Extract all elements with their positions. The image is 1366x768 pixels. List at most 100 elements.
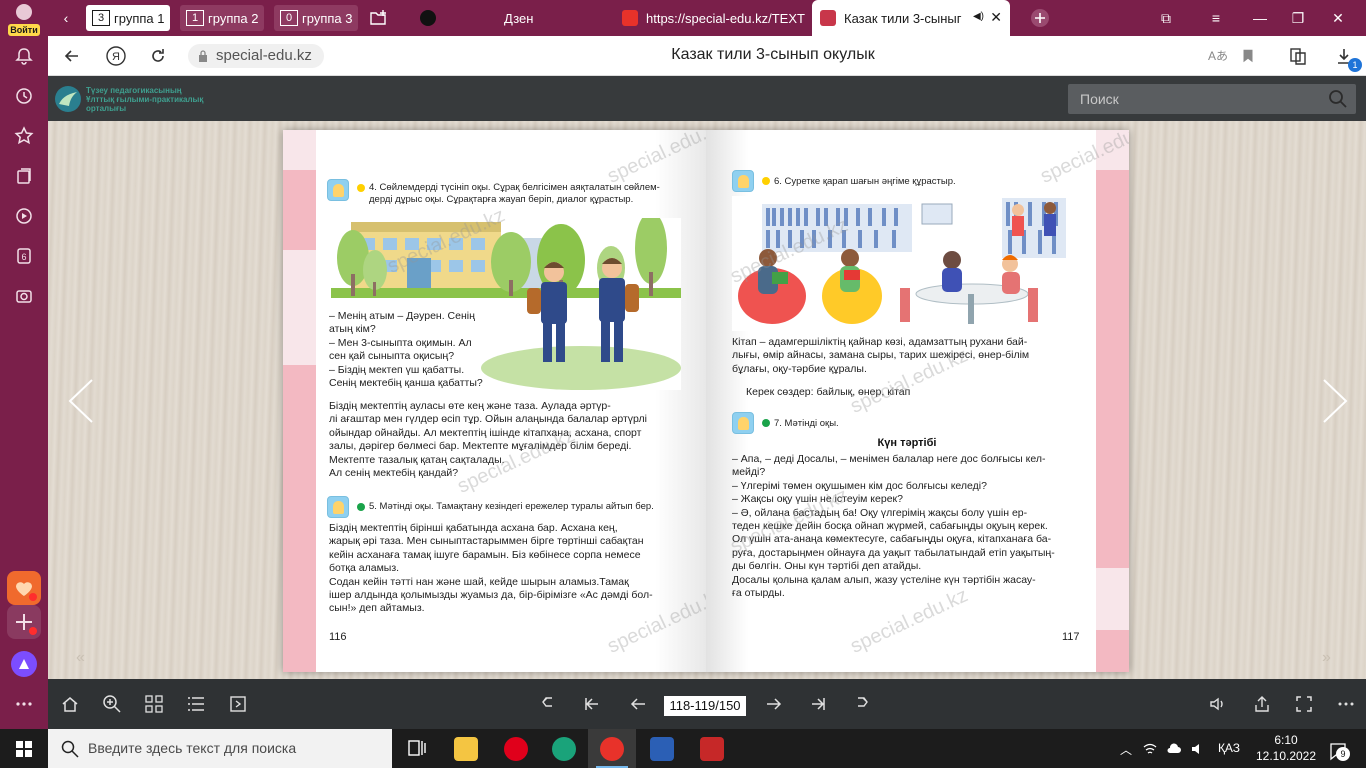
downloads-badge: 1 [1348,58,1362,72]
address-bar: Я special-edu.kz Казак тили 3-сынып окул… [48,36,1366,76]
zoom-icon[interactable] [102,694,122,714]
more-icon[interactable] [12,692,36,716]
yandex-logo-icon[interactable]: Я [104,44,128,68]
search-input[interactable]: Поиск [1068,84,1356,114]
fullscreen-icon[interactable] [1294,694,1314,714]
close-window-icon[interactable]: ✕ [1320,0,1356,36]
watermark: special.edu.kz [604,130,706,188]
next-page-icon[interactable] [764,694,784,714]
app-m-icon[interactable] [688,729,736,768]
reload-icon[interactable] [146,44,170,68]
screenshot-icon[interactable] [12,284,36,308]
downloads-icon[interactable]: 1 [1332,44,1362,72]
first-page-icon[interactable] [582,694,602,714]
edge-icon[interactable] [540,729,588,768]
site-header: Түзеу педагогикасының Ұлттық ғылыми-прак… [48,76,1366,121]
prev-page-icon[interactable] [628,694,648,714]
login-button[interactable]: Войти [6,4,42,36]
bookmark-panel-icon[interactable] [228,694,248,714]
last-page-chevron-icon[interactable]: » [1322,649,1331,667]
contents-icon[interactable] [186,694,206,714]
close-tab-icon[interactable]: ✕ [990,9,1002,26]
tabs-menu-icon[interactable]: ⧉ [1148,0,1184,36]
back-icon[interactable] [60,44,84,68]
redo-icon[interactable] [852,694,872,714]
page-number-input[interactable]: 118-119/150 [664,696,746,716]
site-logo-icon[interactable] [52,84,84,114]
new-group-icon[interactable] [360,0,396,36]
first-page-chevron-icon[interactable]: « [76,649,85,667]
wifi-icon[interactable] [1142,741,1158,757]
history-icon[interactable] [12,84,36,108]
task-bullet-yellow [357,184,365,192]
search-icon[interactable] [1328,89,1348,109]
task-icon [327,179,349,201]
collections-icon[interactable] [12,164,36,188]
tab-count-label: 6 [21,252,26,262]
home-icon[interactable] [60,694,80,714]
tab-title: Казак тили 3-сыныг [844,10,962,26]
sound-icon[interactable] [1208,694,1228,714]
tab-strip: ‹ 3 группа 1 1 группа 2 0 группа 3 Дзен … [48,0,1366,36]
menu-icon[interactable]: ≡ [1198,0,1234,36]
yandex-browser-icon[interactable] [588,729,636,768]
opera-icon[interactable] [492,729,540,768]
task-view-icon[interactable] [394,729,442,768]
page-title: Казак тили 3-сынып окулык [671,46,875,63]
language-indicator[interactable]: ҚАЗ [1216,741,1242,757]
undo-icon[interactable] [538,694,558,714]
tab-group-1[interactable]: 3 группа 1 [86,5,171,31]
zen-icon [420,10,436,26]
windows-start-icon[interactable] [0,729,48,768]
tab-special-edu[interactable]: https://special-edu.kz/TEXT [614,0,810,36]
book-spread: 4. Сөйлемдерді түсініп оқы. Сұрақ белгіс… [283,130,1129,672]
site-logo-text[interactable]: Түзеу педагогикасының Ұлттық ғылыми-прак… [86,86,203,113]
cloud-icon[interactable] [1166,741,1182,757]
url-field[interactable]: special-edu.kz [188,44,324,68]
tab-active-kazak-tili[interactable]: Казак тили 3-сыныг ◀) ✕ [812,0,1010,36]
minimize-icon[interactable]: — [1242,0,1278,36]
tab-dzen[interactable]: Дзен [412,0,612,36]
file-explorer-icon[interactable] [442,729,490,768]
new-tab-icon[interactable] [1022,0,1058,36]
taskbar-search-input[interactable]: Введите здесь текст для поиска [48,729,392,768]
last-page-icon[interactable] [808,694,828,714]
tab-group-2[interactable]: 1 группа 2 [180,5,265,31]
tab-group-count: 0 [280,10,298,26]
page-margin-strip [283,130,316,170]
share-icon[interactable] [1252,694,1272,714]
thumbnails-icon[interactable] [144,694,164,714]
reading-list-icon[interactable] [1286,44,1310,68]
tab-count-icon[interactable]: 6 [12,244,36,268]
next-page-arrow-icon[interactable] [1320,376,1350,426]
speaker-icon[interactable]: ◀) [973,11,984,22]
browser-sidebar: Войти 6 [0,0,48,729]
book-page-right: 6. Суретке қарап шағын әңгіме құрастыр. [706,130,1129,672]
add-app-icon[interactable] [7,605,41,639]
clock[interactable]: 6:10 12.10.2022 [1254,732,1318,764]
more-options-icon[interactable] [1336,694,1356,714]
login-label: Войти [8,24,40,36]
bookmark-icon[interactable] [1236,44,1260,68]
back-tabs-icon[interactable]: ‹ [48,0,84,36]
avatar [16,4,32,20]
prev-page-arrow-icon[interactable] [66,376,96,426]
star-icon[interactable] [12,124,36,148]
bell-icon[interactable] [12,44,36,68]
alice-icon[interactable] [7,647,41,681]
translate-icon[interactable]: Aあ [1206,44,1230,68]
tab-group-count: 3 [92,10,110,26]
task-bullet-yellow [762,177,770,185]
task-6-heading: 6. Суретке қарап шағын әңгіме құрастыр. [774,176,956,187]
task-icon [327,496,349,518]
volume-icon[interactable] [1190,741,1206,757]
tab-title: Дзен [504,10,534,26]
weather-app-icon[interactable] [7,571,41,605]
notifications-icon[interactable]: 9 [1326,741,1350,761]
word-icon[interactable] [638,729,686,768]
tray-chevron-icon[interactable]: ︿ [1118,741,1134,757]
restore-icon[interactable]: ❐ [1280,0,1316,36]
tab-group-label: группа 2 [208,10,259,26]
tab-group-3[interactable]: 0 группа 3 [274,5,359,31]
video-icon[interactable] [12,204,36,228]
